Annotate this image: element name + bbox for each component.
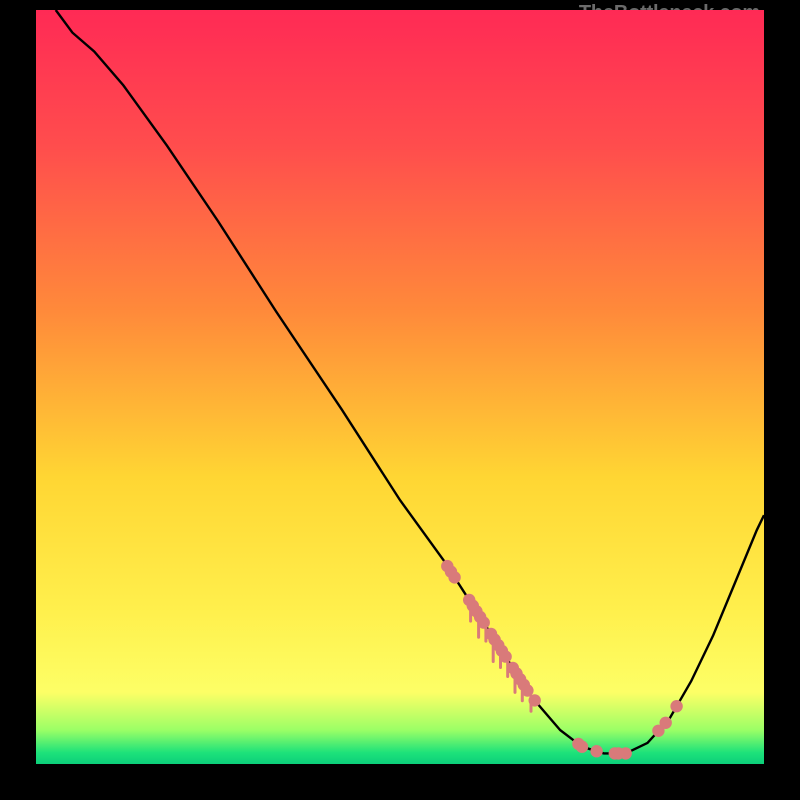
data-marker [499, 650, 511, 662]
data-marker [620, 747, 632, 759]
data-marker [576, 741, 588, 753]
bottleneck-curve [56, 10, 764, 753]
data-markers [441, 560, 683, 760]
data-marker [448, 571, 460, 583]
data-marker [590, 745, 602, 757]
data-marker [478, 616, 490, 628]
data-marker [529, 694, 541, 706]
data-marker [660, 717, 672, 729]
data-marker [521, 684, 533, 696]
chart-area [36, 10, 764, 764]
data-marker [670, 700, 682, 712]
chart-svg [36, 10, 764, 764]
